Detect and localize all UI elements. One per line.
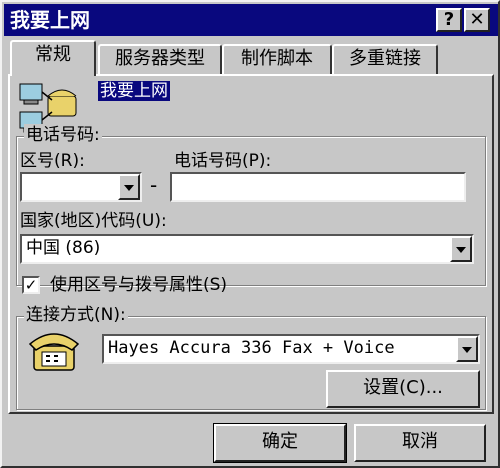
phone-number-input[interactable]	[170, 172, 466, 202]
use-area-code-label[interactable]: 使用区号与拨号属性(S)	[50, 274, 227, 296]
tab-scripting[interactable]: 制作脚本	[222, 44, 332, 74]
phone-number-label: 电话号码(P):	[174, 151, 272, 171]
window-title: 我要上网	[10, 8, 90, 32]
country-code-value: 中国 (86)	[26, 238, 101, 258]
connection-name: 我要上网	[98, 81, 170, 101]
tab-general[interactable]: 常规	[10, 40, 96, 76]
use-area-code-checkbox[interactable]: ✓	[22, 276, 40, 294]
tab-multilink[interactable]: 多重链接	[332, 44, 438, 74]
country-code-label: 国家(地区)代码(U):	[20, 211, 167, 231]
area-code-dropdown-button[interactable]	[118, 174, 140, 200]
country-dropdown-button[interactable]	[450, 236, 472, 262]
modem-settings-button[interactable]: 设置(C)...	[326, 370, 480, 408]
area-code-combo[interactable]	[20, 172, 142, 202]
cancel-button[interactable]: 取消	[354, 424, 486, 462]
ok-button[interactable]: 确定	[213, 423, 347, 463]
country-code-select[interactable]: 中国 (86)	[20, 234, 474, 264]
dialog-window: 我要上网 ? ✕ 常规 服务器类型 制作脚本 多重链接 我要上网 电话号码: 区…	[0, 0, 500, 468]
tab-strip: 常规 服务器类型 制作脚本 多重链接	[8, 40, 494, 76]
phone-group-label: 电话号码:	[24, 124, 102, 146]
close-button[interactable]: ✕	[464, 8, 490, 32]
connect-using-label: 连接方式(N):	[24, 304, 128, 326]
modem-select[interactable]: Hayes Accura 336 Fax + Voice	[102, 334, 480, 364]
tab-server-type[interactable]: 服务器类型	[98, 44, 222, 74]
area-code-label: 区号(R):	[20, 151, 85, 171]
dash-separator: -	[150, 173, 158, 197]
title-bar: 我要上网 ? ✕	[4, 4, 498, 36]
general-panel: 我要上网 电话号码: 区号(R): - 电话号码(P): 国家(地区)代码(U)…	[8, 74, 494, 414]
help-button[interactable]: ?	[436, 8, 462, 32]
modem-dropdown-button[interactable]	[456, 336, 478, 362]
modem-value: Hayes Accura 336 Fax + Voice	[108, 338, 395, 358]
modem-phone-icon	[26, 326, 82, 376]
